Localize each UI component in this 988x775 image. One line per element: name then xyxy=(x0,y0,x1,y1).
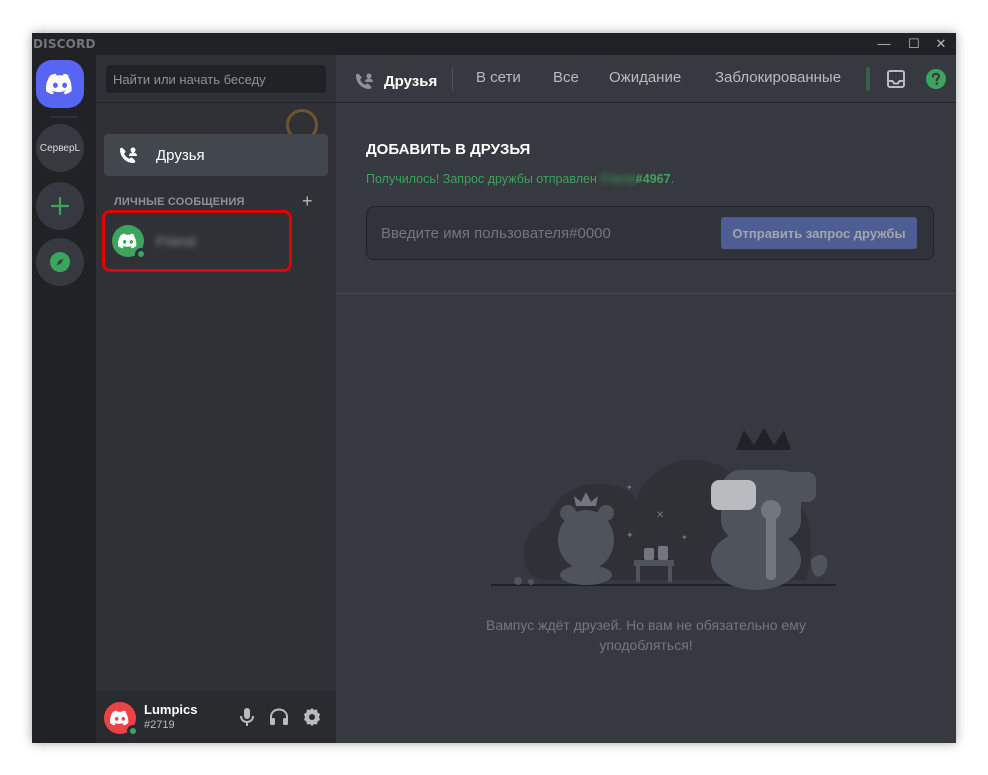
empty-state-line: уподобляться! xyxy=(599,637,693,653)
help-icon xyxy=(926,69,946,89)
friends-toolbar: Друзья В сети Все Ожидание Заблокированн… xyxy=(336,55,956,103)
gear-icon xyxy=(304,708,320,726)
inbox-button[interactable] xyxy=(884,67,908,91)
close-button[interactable]: ✕ xyxy=(926,33,956,55)
discord-logo-icon xyxy=(110,710,129,726)
svg-text:✕: ✕ xyxy=(656,510,664,521)
tab-pending[interactable]: Ожидание xyxy=(609,69,681,86)
svg-text:✦: ✦ xyxy=(626,483,633,492)
success-username: Friend xyxy=(600,172,636,186)
friends-header: Друзья xyxy=(352,69,437,93)
empty-state-line: Вампус ждёт друзей. Но вам не обязательн… xyxy=(486,617,806,633)
guild-separator xyxy=(50,116,78,118)
tab-all[interactable]: Все xyxy=(553,69,579,86)
discord-logo-icon xyxy=(46,73,72,95)
inbox-icon xyxy=(887,70,905,88)
svg-text:✦: ✦ xyxy=(681,533,688,542)
add-friend-title: Добавить в друзья xyxy=(366,141,531,158)
success-message: Получилось! Запрос дружбы отправлен Frie… xyxy=(366,172,674,186)
username: Lumpics xyxy=(144,702,198,717)
friends-icon xyxy=(352,69,376,93)
send-friend-request-button[interactable]: Отправить запрос дружбы xyxy=(721,217,917,249)
deafen-button[interactable] xyxy=(268,706,290,728)
wumpus-waiting-illustration: ✕ ✦ ✦ ✦ xyxy=(491,428,836,590)
maximize-button[interactable]: ☐ xyxy=(899,33,929,55)
server-list: СерверL xyxy=(32,55,96,743)
dm-sidebar: Друзья Личные сообщения + Friend Lumpics… xyxy=(96,55,336,743)
title-bar: DISCORD — ☐ ✕ xyxy=(32,33,956,55)
dm-section-header: Личные сообщения xyxy=(114,196,245,208)
add-friend-form: Отправить запрос дружбы xyxy=(366,206,934,260)
tab-online[interactable]: В сети xyxy=(476,69,521,86)
server-button[interactable]: СерверL xyxy=(36,124,84,172)
server-label: СерверL xyxy=(39,142,81,154)
success-suffix: . xyxy=(670,172,675,186)
plus-icon xyxy=(50,196,70,216)
home-button[interactable] xyxy=(36,60,84,108)
user-settings-button[interactable] xyxy=(301,706,323,728)
discord-window: DISCORD — ☐ ✕ СерверL Найти или начать б… xyxy=(32,33,956,743)
search-bar xyxy=(96,55,336,103)
search-input[interactable] xyxy=(106,65,326,93)
explore-servers-button[interactable] xyxy=(36,238,84,286)
online-status-badge xyxy=(127,725,139,737)
minimize-button[interactable]: — xyxy=(869,33,899,55)
content-divider xyxy=(336,293,956,294)
highlight-frame xyxy=(102,210,292,272)
avatar[interactable] xyxy=(104,702,139,737)
user-tag: #2719 xyxy=(144,719,175,731)
tab-blocked[interactable]: Заблокированные xyxy=(715,69,841,86)
add-server-button[interactable] xyxy=(36,182,84,230)
sidebar-item-friends[interactable]: Друзья xyxy=(104,134,328,176)
app-brand: DISCORD xyxy=(33,37,96,51)
main-content: Друзья В сети Все Ожидание Заблокированн… xyxy=(336,55,956,743)
microphone-icon xyxy=(240,708,254,726)
username-input[interactable] xyxy=(381,221,711,245)
success-tag: #4967 xyxy=(635,172,671,186)
mute-button[interactable] xyxy=(236,706,258,728)
create-dm-button[interactable]: + xyxy=(302,191,313,212)
empty-state-text: Вампус ждёт друзей. Но вам не обязательн… xyxy=(336,615,956,655)
svg-text:✦: ✦ xyxy=(626,531,634,541)
success-text: Получилось! Запрос дружбы отправлен xyxy=(366,172,601,186)
friends-title: Друзья xyxy=(384,72,438,90)
add-friend-tab-edge[interactable] xyxy=(866,67,870,91)
friends-icon xyxy=(116,143,140,167)
user-panel: Lumpics #2719 xyxy=(96,691,336,743)
compass-icon xyxy=(50,252,70,272)
sidebar-item-label: Друзья xyxy=(156,146,205,164)
help-button[interactable] xyxy=(924,67,948,91)
headphones-icon xyxy=(270,708,288,725)
toolbar-divider xyxy=(452,67,453,91)
